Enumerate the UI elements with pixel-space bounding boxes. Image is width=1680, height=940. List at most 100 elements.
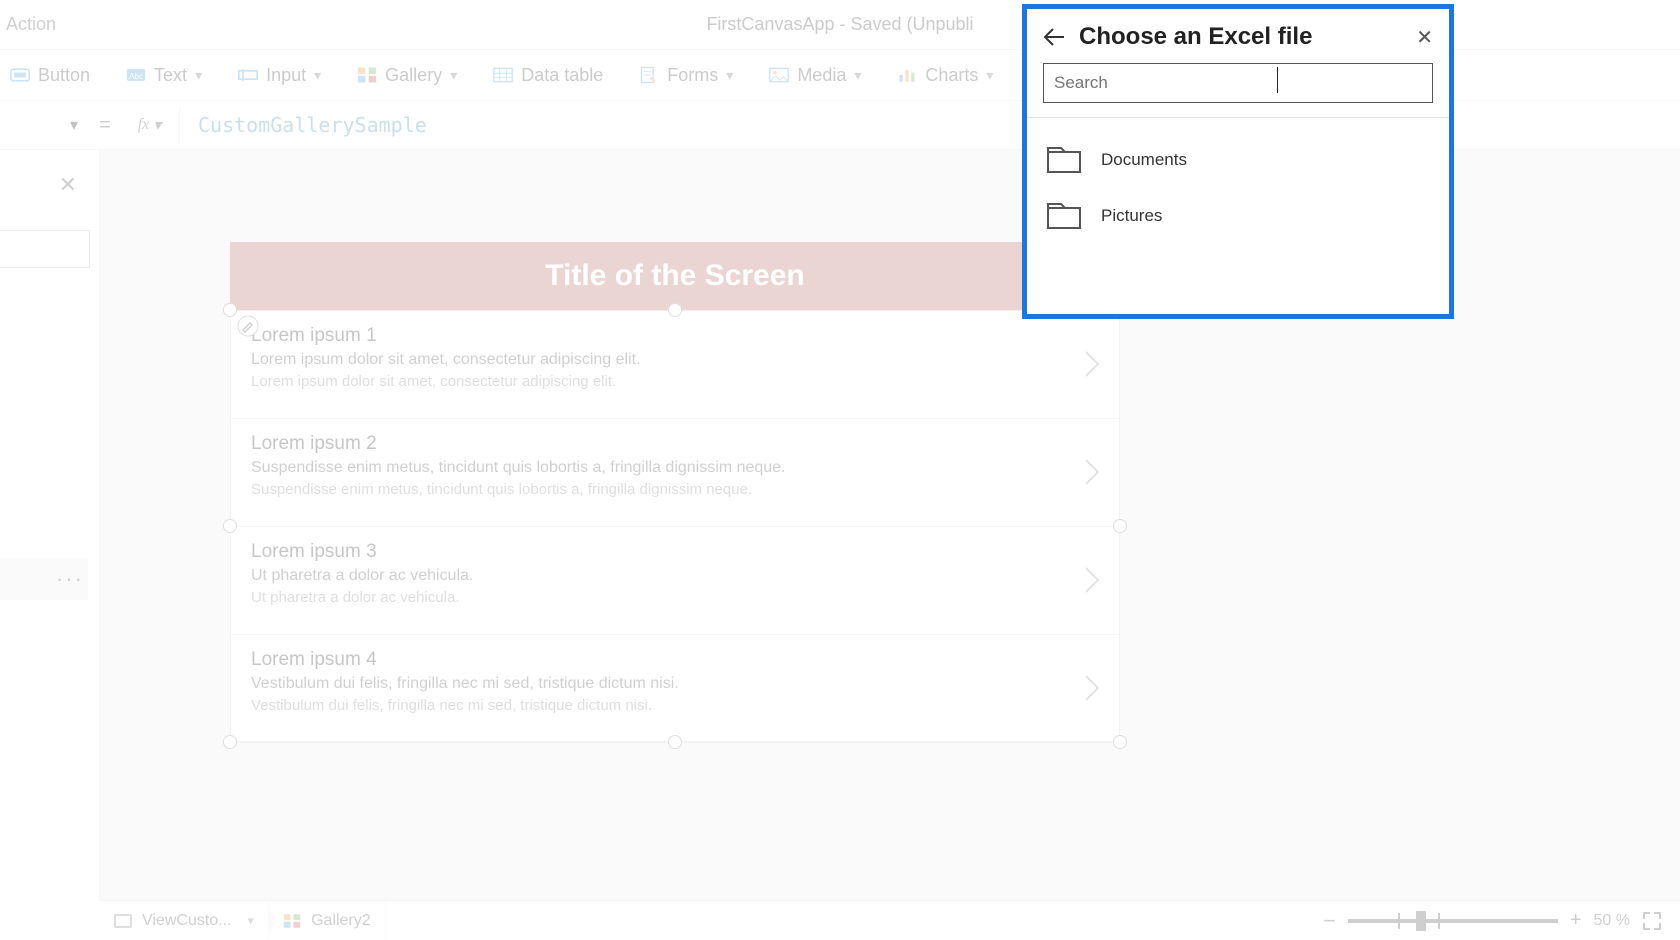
resize-handle[interactable] [1113, 519, 1127, 533]
insert-text-label: Text [154, 65, 187, 86]
zoom-in-button[interactable]: + [1570, 909, 1582, 932]
chevron-right-icon[interactable] [1083, 673, 1101, 703]
chevron-right-icon[interactable] [1083, 349, 1101, 379]
tree-search-input[interactable] [0, 230, 90, 268]
tree-view-panel: ✕ ··· [0, 150, 100, 900]
insert-text[interactable]: Abc Text ▾ [126, 65, 202, 86]
folder-label: Documents [1101, 150, 1187, 170]
gallery-icon [357, 66, 377, 84]
text-icon: Abc [126, 66, 146, 84]
text-caret [1277, 67, 1278, 93]
insert-button-label: Button [38, 65, 90, 86]
panel-title: Choose an Excel file [1079, 23, 1402, 51]
svg-text:Abc: Abc [129, 71, 143, 81]
breadcrumb-label: ViewCusto... [142, 912, 232, 930]
item-subtitle: Ut pharetra a dolor ac vehicula. [251, 567, 1059, 585]
chevron-down-icon: ▾ [248, 913, 255, 929]
gallery-control[interactable]: Lorem ipsum 1 Lorem ipsum dolor sit amet… [230, 310, 1120, 742]
insert-gallery[interactable]: Gallery ▾ [357, 65, 457, 86]
item-title: Lorem ipsum 1 [251, 325, 1059, 347]
screen-icon [114, 914, 132, 928]
close-icon[interactable]: ✕ [59, 172, 77, 198]
insert-charts[interactable]: Charts ▾ [897, 65, 993, 86]
chevron-down-icon: ▾ [450, 67, 457, 84]
breadcrumb-control[interactable]: Gallery2 [269, 901, 386, 940]
item-body: Ut pharetra a dolor ac vehicula. [251, 589, 1059, 606]
screen-title-bar[interactable]: Title of the Screen [230, 242, 1120, 310]
close-icon[interactable]: ✕ [1416, 25, 1433, 50]
chevron-down-icon: ▾ [726, 67, 733, 84]
gallery-item[interactable]: Lorem ipsum 1 Lorem ipsum dolor sit amet… [231, 311, 1119, 419]
item-body: Suspendisse enim metus, tincidunt quis l… [251, 481, 1059, 498]
breadcrumb-screen[interactable]: ViewCusto... ▾ [100, 901, 269, 940]
folder-icon [1047, 146, 1081, 174]
chevron-down-icon: ▾ [314, 67, 321, 84]
folder-row-pictures[interactable]: Pictures [1043, 188, 1433, 244]
zoom-value: 50 % [1594, 912, 1630, 930]
gallery-item[interactable]: Lorem ipsum 2 Suspendisse enim metus, ti… [231, 419, 1119, 527]
chart-icon [897, 66, 917, 84]
zoom-controls: − + 50 % [1323, 908, 1680, 934]
fx-button[interactable]: fx▾ [120, 107, 180, 143]
resize-handle[interactable] [1113, 735, 1127, 749]
insert-forms[interactable]: Forms ▾ [639, 65, 733, 86]
insert-datatable[interactable]: Data table [493, 65, 603, 86]
table-icon [493, 66, 513, 84]
ribbon-tab-action[interactable]: Action [0, 14, 56, 35]
status-bar: ViewCusto... ▾ Gallery2 − + 50 % [100, 900, 1680, 940]
insert-media-label: Media [797, 65, 846, 86]
gallery-item[interactable]: Lorem ipsum 4 Vestibulum dui felis, frin… [231, 635, 1119, 743]
chevron-down-icon: ▾ [854, 67, 861, 84]
insert-input-label: Input [266, 65, 306, 86]
item-body: Vestibulum dui felis, fringilla nec mi s… [251, 697, 1059, 714]
chevron-right-icon[interactable] [1083, 565, 1101, 595]
chevron-down-icon: ▾ [153, 115, 161, 135]
insert-media[interactable]: Media ▾ [769, 65, 861, 86]
edit-pencil-icon[interactable] [237, 315, 259, 337]
choose-excel-file-panel: Choose an Excel file ✕ Documents Picture… [1022, 4, 1454, 319]
resize-handle[interactable] [223, 519, 237, 533]
folder-row-documents[interactable]: Documents [1043, 132, 1433, 188]
gallery-icon [283, 913, 301, 929]
insert-button[interactable]: Button [10, 65, 90, 86]
resize-handle[interactable] [668, 303, 682, 317]
resize-handle[interactable] [223, 303, 237, 317]
item-title: Lorem ipsum 3 [251, 541, 1059, 563]
media-icon [769, 66, 789, 84]
folder-label: Pictures [1101, 206, 1162, 226]
zoom-out-button[interactable]: − [1323, 908, 1336, 934]
item-title: Lorem ipsum 2 [251, 433, 1059, 455]
back-arrow-icon[interactable] [1043, 27, 1065, 47]
insert-charts-label: Charts [925, 65, 978, 86]
resize-handle[interactable] [223, 735, 237, 749]
insert-datatable-label: Data table [521, 65, 603, 86]
insert-gallery-label: Gallery [385, 65, 442, 86]
fullscreen-icon[interactable] [1642, 911, 1662, 931]
divider [1027, 117, 1449, 118]
property-dropdown[interactable]: ▾ [0, 107, 90, 143]
input-icon [238, 66, 258, 84]
item-body: Lorem ipsum dolor sit amet, consectetur … [251, 373, 1059, 390]
zoom-slider[interactable] [1348, 919, 1558, 923]
insert-forms-label: Forms [667, 65, 718, 86]
screen-preview[interactable]: Title of the Screen Lorem ipsum 1 Lorem … [230, 242, 1120, 742]
formula-input[interactable]: CustomGallerySample [180, 113, 1680, 137]
item-title: Lorem ipsum 4 [251, 649, 1059, 671]
insert-input[interactable]: Input ▾ [238, 65, 321, 86]
more-icon[interactable]: ··· [56, 566, 84, 592]
chevron-down-icon: ▾ [70, 115, 78, 135]
chevron-right-icon[interactable] [1083, 457, 1101, 487]
item-subtitle: Suspendisse enim metus, tincidunt quis l… [251, 459, 1059, 477]
equals-sign: = [90, 114, 120, 137]
resize-handle[interactable] [668, 735, 682, 749]
chevron-down-icon: ▾ [195, 67, 202, 84]
button-icon [10, 66, 30, 84]
form-icon [639, 66, 659, 84]
breadcrumb-label: Gallery2 [311, 912, 371, 930]
gallery-item[interactable]: Lorem ipsum 3 Ut pharetra a dolor ac veh… [231, 527, 1119, 635]
chevron-down-icon: ▾ [986, 67, 993, 84]
search-input[interactable] [1043, 63, 1433, 103]
item-subtitle: Vestibulum dui felis, fringilla nec mi s… [251, 675, 1059, 693]
item-subtitle: Lorem ipsum dolor sit amet, consectetur … [251, 351, 1059, 369]
folder-icon [1047, 202, 1081, 230]
